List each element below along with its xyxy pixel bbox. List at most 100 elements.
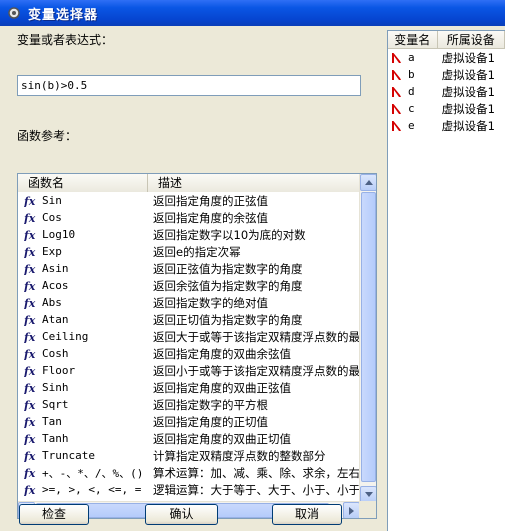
fx-icon: fx — [24, 314, 36, 326]
variable-list[interactable]: 变量名 所属设备 a 虚拟设备1 b 虚拟设备1 d 虚拟设备1 c 虚拟设备1 e 虚拟设备1 — [387, 30, 505, 531]
function-description: 返回指定角度的正切值 — [153, 414, 268, 429]
column-header-device[interactable]: 所属设备 — [437, 31, 505, 49]
function-name: Abs — [42, 296, 62, 309]
fx-icon: fx — [24, 195, 36, 207]
cancel-button[interactable]: 取消 — [272, 504, 342, 525]
red-flag-icon — [392, 103, 401, 114]
function-row[interactable]: fx Tan 返回指定角度的正切值 — [18, 413, 360, 430]
function-name: Floor — [42, 364, 76, 377]
fx-icon: fx — [24, 246, 36, 258]
function-description: 返回指定角度的双曲正切值 — [153, 431, 291, 446]
svg-text:fx: fx — [24, 484, 36, 496]
check-button[interactable]: 检查 — [19, 504, 89, 525]
svg-text:fx: fx — [24, 399, 36, 411]
fx-icon: fx — [24, 212, 36, 224]
function-name: Log10 — [42, 228, 76, 241]
function-name-cell: fx Atan — [18, 313, 150, 326]
svg-text:fx: fx — [24, 331, 36, 343]
column-header-function-name[interactable]: 函数名 — [18, 174, 148, 192]
fx-icon: fx — [24, 297, 36, 309]
function-row[interactable]: fx Asin 返回正弦值为指定数字的角度 — [18, 260, 360, 277]
variable-row[interactable]: e 虚拟设备1 — [388, 117, 505, 134]
function-row[interactable]: fx +、-、*、/、%、() 算术运算：加、减、乘、除、求余，左右 — [18, 464, 360, 481]
fx-icon: fx — [24, 263, 36, 275]
variable-row[interactable]: b 虚拟设备1 — [388, 66, 505, 83]
function-name-cell: fx Cosh — [18, 347, 150, 360]
function-row[interactable]: fx Truncate 计算指定双精度浮点数的整数部分 — [18, 447, 360, 464]
chevron-right-icon — [349, 506, 354, 515]
function-description: 返回指定角度的正弦值 — [153, 193, 268, 208]
svg-text:fx: fx — [24, 348, 36, 360]
function-row[interactable]: fx Acos 返回余弦值为指定数字的角度 — [18, 277, 360, 294]
vertical-scrollbar[interactable] — [359, 174, 376, 503]
column-header-description[interactable]: 描述 — [148, 174, 360, 192]
scroll-up-button[interactable] — [360, 174, 376, 191]
function-name: Exp — [42, 245, 62, 258]
variable-name: d — [408, 85, 415, 98]
ok-button[interactable]: 确认 — [145, 504, 218, 525]
function-name-cell: fx Asin — [18, 262, 150, 275]
function-description: 返回正切值为指定数字的角度 — [153, 312, 303, 327]
function-row[interactable]: fx Exp 返回e的指定次幂 — [18, 243, 360, 260]
expression-input[interactable]: sin(b)>0.5 — [17, 75, 361, 96]
function-row[interactable]: fx Ceiling 返回大于或等于该指定双精度浮点数的最 — [18, 328, 360, 345]
fx-icon: fx — [24, 433, 36, 445]
function-row[interactable]: fx Atan 返回正切值为指定数字的角度 — [18, 311, 360, 328]
fx-icon: fx — [24, 450, 36, 462]
function-row[interactable]: fx Sqrt 返回指定数字的平方根 — [18, 396, 360, 413]
function-row[interactable]: fx Floor 返回小于或等于该指定双精度浮点数的最 — [18, 362, 360, 379]
fx-icon: fx — [24, 348, 36, 360]
svg-text:fx: fx — [24, 314, 36, 326]
function-row[interactable]: fx Sinh 返回指定角度的双曲正弦值 — [18, 379, 360, 396]
function-reference-label: 函数参考： — [17, 129, 78, 143]
variable-row[interactable]: a 虚拟设备1 — [388, 49, 505, 66]
function-row[interactable]: fx Abs 返回指定数字的绝对值 — [18, 294, 360, 311]
function-description: 算术运算：加、减、乘、除、求余，左右 — [153, 465, 360, 480]
function-description: 计算指定双精度浮点数的整数部分 — [153, 448, 326, 463]
svg-text:fx: fx — [24, 263, 36, 275]
function-name: Cos — [42, 211, 62, 224]
fx-icon: fx — [24, 229, 36, 241]
function-name: +、-、*、/、%、() — [42, 466, 144, 480]
function-name: Sqrt — [42, 398, 69, 411]
function-name-cell: fx Ceiling — [18, 330, 150, 343]
variable-name: c — [408, 102, 415, 115]
variable-row[interactable]: d 虚拟设备1 — [388, 83, 505, 100]
fx-icon: fx — [24, 382, 36, 394]
column-header-variable-name[interactable]: 变量名 — [388, 31, 438, 49]
function-list[interactable]: 函数名 描述 fx Sin 返回指定角度的正弦值 fx Cos 返回指定角度的余弦值 fx L… — [17, 173, 377, 519]
function-name: Sinh — [42, 381, 69, 394]
scroll-right-button[interactable] — [343, 502, 360, 518]
gear-icon — [6, 5, 22, 21]
function-description: 返回指定数字以10为底的对数 — [153, 227, 306, 242]
function-description: 返回正弦值为指定数字的角度 — [153, 261, 303, 276]
function-row[interactable]: fx Sin 返回指定角度的正弦值 — [18, 192, 360, 209]
variable-name: b — [408, 68, 415, 81]
function-rows: fx Sin 返回指定角度的正弦值 fx Cos 返回指定角度的余弦值 fx Log10 返回指… — [18, 192, 360, 515]
function-row[interactable]: fx >=, >, <, <=, = 逻辑运算：大于等于、大于、小于、小于 — [18, 481, 360, 498]
function-description: 返回指定角度的双曲正弦值 — [153, 380, 291, 395]
function-name-cell: fx +、-、*、/、%、() — [18, 465, 150, 481]
function-row[interactable]: fx Cosh 返回指定角度的双曲余弦值 — [18, 345, 360, 362]
function-name-cell: fx Cos — [18, 211, 150, 224]
fx-icon: fx — [24, 484, 36, 496]
function-name-cell: fx >=, >, <, <=, = — [18, 483, 150, 496]
function-name-cell: fx Floor — [18, 364, 150, 377]
variable-name-cell: a — [388, 51, 438, 64]
function-name-cell: fx Tan — [18, 415, 150, 428]
function-row[interactable]: fx Log10 返回指定数字以10为底的对数 — [18, 226, 360, 243]
function-row[interactable]: fx Tanh 返回指定角度的双曲正切值 — [18, 430, 360, 447]
vertical-scroll-thumb[interactable] — [361, 192, 376, 482]
function-name-cell: fx Log10 — [18, 228, 150, 241]
function-description: 返回指定数字的绝对值 — [153, 295, 268, 310]
variable-name-cell: e — [388, 119, 438, 132]
function-description: 返回e的指定次幂 — [153, 244, 241, 259]
variable-row[interactable]: c 虚拟设备1 — [388, 100, 505, 117]
function-row[interactable]: fx Cos 返回指定角度的余弦值 — [18, 209, 360, 226]
function-name: Tanh — [42, 432, 69, 445]
function-name: Asin — [42, 262, 69, 275]
svg-text:fx: fx — [24, 416, 36, 428]
function-name-cell: fx Abs — [18, 296, 150, 309]
function-name: Sin — [42, 194, 62, 207]
function-list-header: 函数名 描述 — [18, 174, 360, 192]
